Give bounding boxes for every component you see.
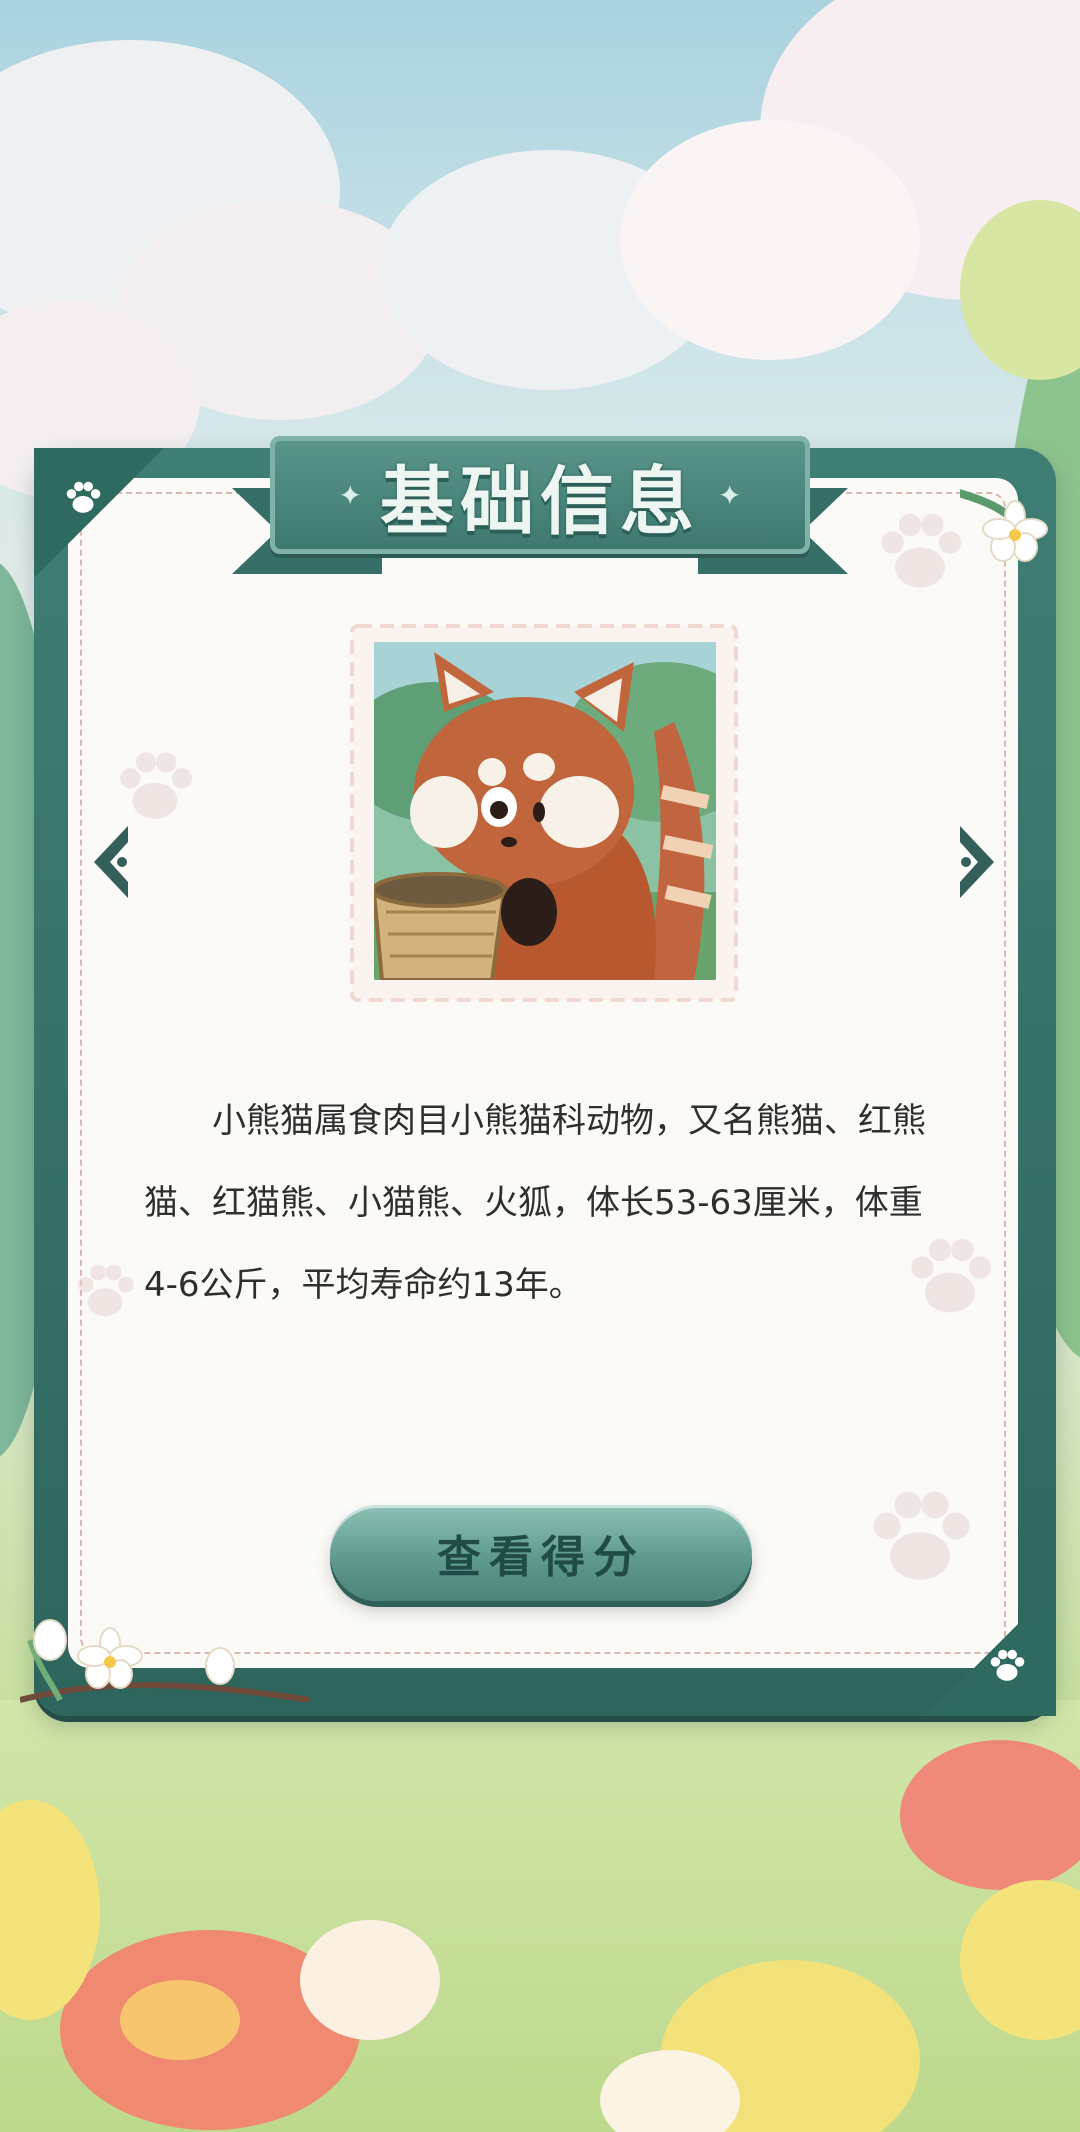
prev-arrow-button[interactable] <box>88 822 138 902</box>
paw-watermark-icon <box>860 1470 980 1604</box>
view-score-button[interactable]: 查看得分 <box>330 1505 752 1601</box>
paw-icon <box>62 476 104 524</box>
star-icon: ✦ <box>718 478 742 512</box>
flower <box>120 1980 240 2060</box>
next-arrow-button[interactable] <box>950 822 1000 902</box>
paw-watermark-icon <box>110 740 200 834</box>
flower <box>300 1920 440 2040</box>
view-score-label: 查看得分 <box>437 1532 645 1583</box>
red-panda-image <box>374 642 716 980</box>
paw-icon <box>986 1644 1028 1692</box>
title-ribbon-content: ✦ 基础信息 ✦ <box>270 436 810 554</box>
jasmine-flower-decoration <box>939 478 1060 572</box>
cloud <box>620 120 920 360</box>
chevron-right-icon <box>960 826 994 898</box>
chevron-left-icon <box>94 826 128 898</box>
paw-watermark-icon <box>70 1250 140 1334</box>
jasmine-flower-decoration <box>19 1600 320 1724</box>
page-title: 基础信息 <box>380 458 700 545</box>
animal-description: 小熊猫属食肉目小熊猫科动物，又名熊猫、红熊猫、红猫熊、小猫熊、火狐，体长53-6… <box>144 1101 926 1305</box>
star-icon: ✦ <box>338 478 362 512</box>
